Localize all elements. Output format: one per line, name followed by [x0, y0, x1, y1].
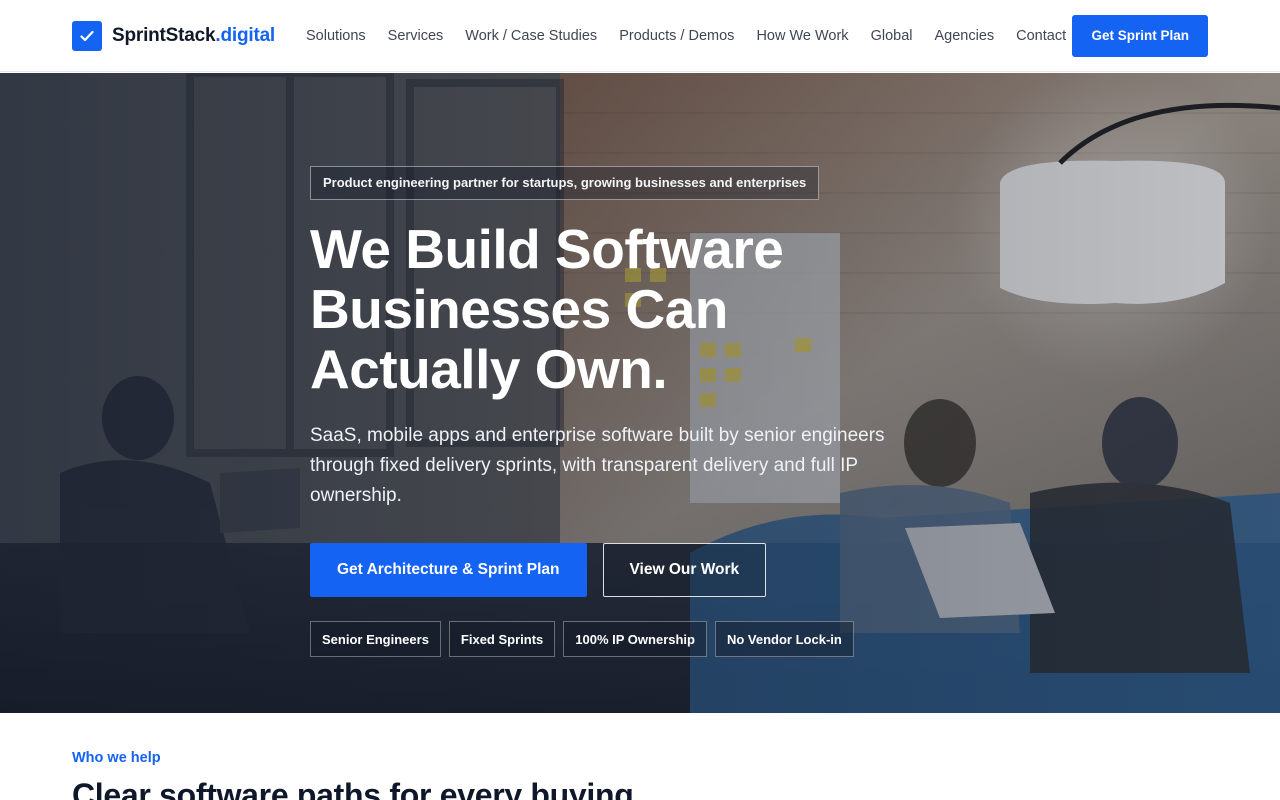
- nav-agencies[interactable]: Agencies: [934, 28, 994, 44]
- chip-ip-ownership: 100% IP Ownership: [563, 621, 707, 657]
- architecture-sprint-plan-button[interactable]: Get Architecture & Sprint Plan: [310, 543, 587, 597]
- nav-services[interactable]: Services: [388, 28, 444, 44]
- view-our-work-button[interactable]: View Our Work: [602, 543, 767, 597]
- brand-suffix: .digital: [215, 24, 276, 46]
- chip-no-vendor-lock-in: No Vendor Lock-in: [714, 621, 854, 657]
- hero-feature-chips: Senior Engineers Fixed Sprints 100% IP O…: [310, 621, 970, 657]
- nav-contact[interactable]: Contact: [1016, 28, 1066, 44]
- hero-content: Product engineering partner for startups…: [310, 166, 970, 657]
- hero-section: Product engineering partner for startups…: [0, 73, 1280, 713]
- section-eyebrow: Who we help: [72, 750, 161, 766]
- who-we-help-section: Who we help Clear software paths for eve…: [72, 713, 1208, 800]
- chip-fixed-sprints: Fixed Sprints: [448, 621, 556, 657]
- hero-cta-row: Get Architecture & Sprint Plan View Our …: [310, 543, 970, 597]
- check-icon: [72, 20, 102, 51]
- hero-subtitle: SaaS, mobile apps and enterprise softwar…: [310, 425, 885, 506]
- nav-work-case-studies[interactable]: Work / Case Studies: [465, 28, 597, 44]
- nav-products-demos[interactable]: Products / Demos: [619, 28, 734, 44]
- hero-eyebrow-badge: Product engineering partner for startups…: [310, 166, 820, 200]
- main-nav: Solutions Services Work / Case Studies P…: [306, 28, 1066, 44]
- site-header: SprintStack.digital Solutions Services W…: [0, 0, 1280, 72]
- section-title: Clear software paths for every buying: [72, 777, 634, 800]
- chip-senior-engineers: Senior Engineers: [310, 621, 441, 657]
- brand-logo-link[interactable]: SprintStack.digital: [72, 20, 276, 51]
- hero-title: We Build Software Businesses Can Actuall…: [310, 218, 784, 400]
- brand-name: SprintStack.digital: [112, 24, 276, 46]
- nav-solutions[interactable]: Solutions: [306, 28, 366, 44]
- get-sprint-plan-button[interactable]: Get Sprint Plan: [1072, 14, 1208, 57]
- nav-how-we-work[interactable]: How We Work: [756, 28, 848, 44]
- nav-global[interactable]: Global: [871, 28, 913, 44]
